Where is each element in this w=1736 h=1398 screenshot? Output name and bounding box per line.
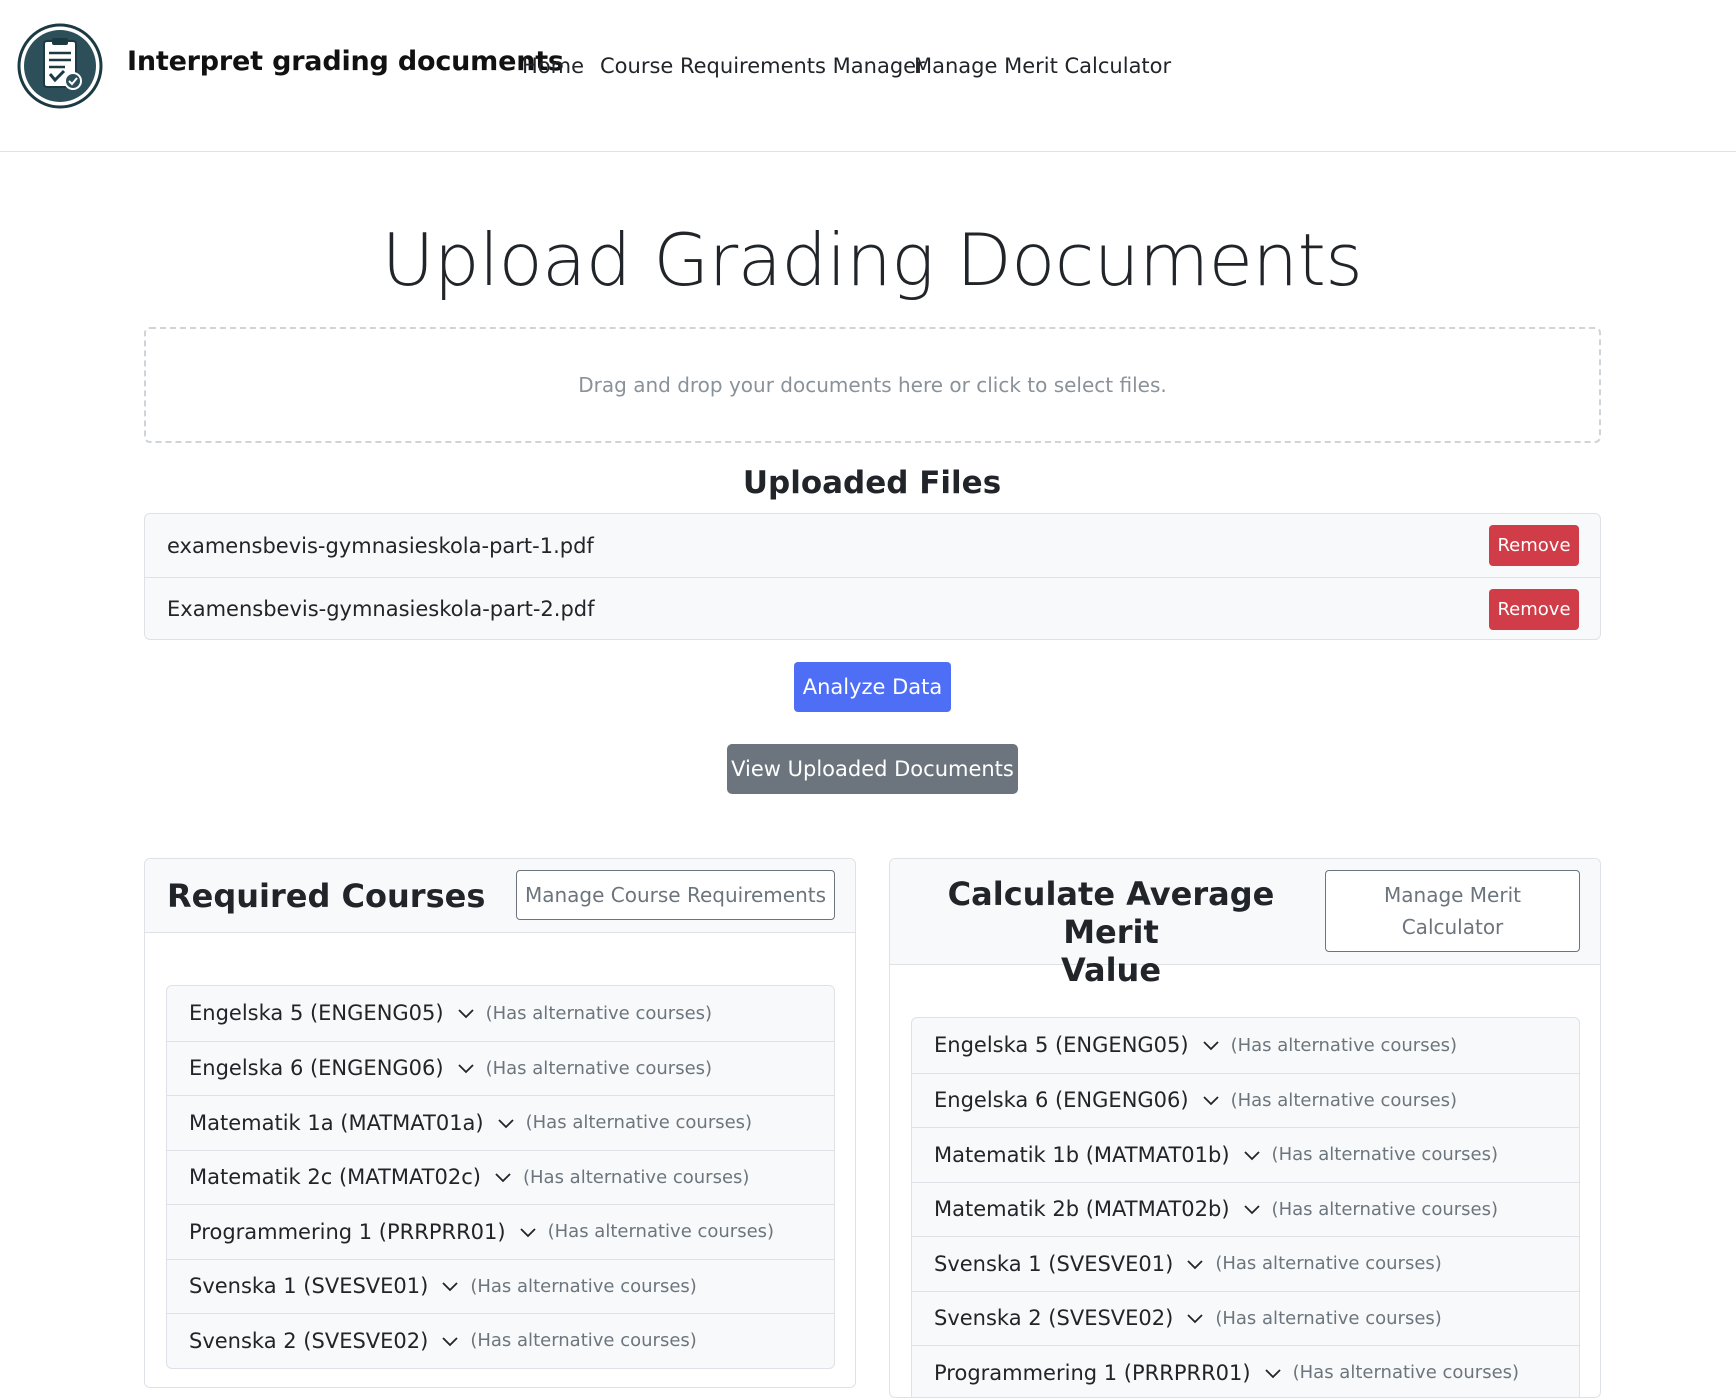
manage-course-requirements-button[interactable]: Manage Course Requirements [516,870,835,920]
course-item-programmering-1[interactable]: Programmering 1 (PRRPRR01) (Has alternat… [912,1345,1579,1397]
file-item: Examensbevis-gymnasieskola-part-2.pdf Re… [145,577,1600,639]
course-name: Matematik 1a (MATMAT01a) [189,1110,484,1135]
file-name: examensbevis-gymnasieskola-part-1.pdf [167,533,594,558]
dropzone-text: Drag and drop your documents here or cli… [578,373,1167,397]
course-name: Matematik 2c (MATMAT02c) [189,1165,481,1190]
course-name: Programmering 1 (PRRPRR01) [934,1360,1251,1385]
course-name: Engelska 5 (ENGENG05) [189,1001,444,1026]
manage-merit-calculator-button[interactable]: Manage Merit Calculator [1325,870,1580,952]
chevron-down-icon[interactable] [457,1007,475,1019]
course-item-matematik-1a[interactable]: Matematik 1a (MATMAT01a) (Has alternativ… [167,1095,834,1150]
course-item-svenska-1[interactable]: Svenska 1 (SVESVE01) (Has alternative co… [167,1258,834,1314]
course-item-programmering-1[interactable]: Programmering 1 (PRRPRR01) (Has alternat… [167,1204,834,1259]
alternative-courses-note: (Has alternative courses) [1230,1089,1458,1111]
course-name: Matematik 2b (MATMAT02b) [934,1197,1230,1222]
chevron-down-icon[interactable] [1243,1149,1261,1161]
remove-file-button[interactable]: Remove [1489,525,1579,566]
alternative-courses-note: (Has alternative courses) [1271,1198,1498,1220]
course-name: Svenska 2 (SVESVE02) [934,1306,1174,1331]
chevron-down-icon[interactable] [457,1062,475,1074]
required-courses-header: Required Courses Manage Course Requireme… [145,859,855,933]
required-courses-title: Required Courses [167,877,486,915]
page-title: Upload Grading Documents [381,218,1363,302]
view-uploaded-documents-button[interactable]: View Uploaded Documents [727,744,1018,794]
merit-calculator-title: Calculate Average Merit Value [947,875,1275,989]
course-name: Matematik 1b (MATMAT01b) [934,1142,1230,1167]
alternative-courses-note: (Has alternative courses) [1215,1253,1442,1275]
nav-link-home[interactable]: Home [522,54,584,78]
alternative-courses-note: (Has alternative courses) [1215,1307,1442,1329]
course-item-svenska-2[interactable]: Svenska 2 (SVESVE02) (Has alternative co… [912,1290,1579,1346]
course-item-svenska-1[interactable]: Svenska 1 (SVESVE01) (Has alternative co… [912,1236,1579,1291]
course-item-engelska-5[interactable]: Engelska 5 (ENGENG05) (Has alternative c… [912,1018,1579,1073]
brand-title[interactable]: Interpret grading documents [127,46,564,77]
nav-link-course-requirements-manager[interactable]: Course Requirements Manager [600,54,925,78]
course-item-engelska-5[interactable]: Engelska 5 (ENGENG05) (Has alternative c… [167,986,834,1041]
course-name: Engelska 6 (ENGENG06) [934,1088,1189,1113]
alternative-courses-note: (Has alternative courses) [1271,1144,1498,1166]
course-item-engelska-6[interactable]: Engelska 6 (ENGENG06) (Has alternative c… [167,1040,834,1096]
file-dropzone[interactable]: Drag and drop your documents here or cli… [144,327,1601,443]
chevron-down-icon[interactable] [519,1226,537,1238]
alternative-courses-note: (Has alternative courses) [470,1330,697,1352]
file-name: Examensbevis-gymnasieskola-part-2.pdf [167,597,595,621]
alternative-courses-note: (Has alternative courses) [485,1002,713,1024]
course-item-svenska-2[interactable]: Svenska 2 (SVESVE02) (Has alternative co… [167,1313,834,1368]
required-courses-list: Engelska 5 (ENGENG05) (Has alternative c… [166,985,835,1369]
merit-calculator-header: Calculate Average Merit Value Manage Mer… [890,859,1600,989]
alternative-courses-note: (Has alternative courses) [1292,1362,1520,1384]
course-item-matematik-2c[interactable]: Matematik 2c (MATMAT02c) (Has alternativ… [167,1149,834,1205]
merit-calculator-card: Calculate Average Merit Value Manage Mer… [889,858,1601,1398]
chevron-down-icon[interactable] [1202,1094,1220,1106]
alternative-courses-note: (Has alternative courses) [547,1221,775,1243]
chevron-down-icon[interactable] [1202,1039,1220,1051]
uploaded-files-heading: Uploaded Files [742,465,1002,501]
course-name: Svenska 1 (SVESVE01) [189,1274,429,1299]
file-item: examensbevis-gymnasieskola-part-1.pdf Re… [145,514,1600,577]
course-item-matematik-2b[interactable]: Matematik 2b (MATMAT02b) (Has alternativ… [912,1181,1579,1237]
alternative-courses-note: (Has alternative courses) [525,1112,753,1134]
logo-document-check-icon[interactable] [0,0,120,132]
chevron-down-icon[interactable] [1243,1203,1261,1215]
nav-link-manage-merit-calculator[interactable]: Manage Merit Calculator [914,54,1171,78]
course-name: Svenska 1 (SVESVE01) [934,1251,1174,1276]
alternative-courses-note: (Has alternative courses) [1230,1034,1458,1056]
course-name: Programmering 1 (PRRPRR01) [189,1219,506,1244]
chevron-down-icon[interactable] [494,1171,512,1183]
chevron-down-icon[interactable] [1264,1367,1282,1379]
chevron-down-icon[interactable] [497,1117,515,1129]
remove-file-button[interactable]: Remove [1489,588,1579,630]
chevron-down-icon[interactable] [441,1335,459,1347]
merit-courses-list: Engelska 5 (ENGENG05) (Has alternative c… [911,1017,1580,1397]
course-item-engelska-6[interactable]: Engelska 6 (ENGENG06) (Has alternative c… [912,1072,1579,1128]
course-name: Engelska 6 (ENGENG06) [189,1056,444,1081]
course-name: Svenska 2 (SVESVE02) [189,1328,429,1353]
analyze-data-button[interactable]: Analyze Data [794,662,951,712]
chevron-down-icon[interactable] [1186,1312,1204,1324]
required-courses-card: Required Courses Manage Course Requireme… [144,858,856,1388]
alternative-courses-note: (Has alternative courses) [485,1057,713,1079]
chevron-down-icon[interactable] [441,1280,459,1292]
course-name: Engelska 5 (ENGENG05) [934,1033,1189,1058]
chevron-down-icon[interactable] [1186,1258,1204,1270]
alternative-courses-note: (Has alternative courses) [522,1166,750,1188]
uploaded-files-list: examensbevis-gymnasieskola-part-1.pdf Re… [144,513,1601,640]
alternative-courses-note: (Has alternative courses) [470,1275,697,1297]
navbar: Interpret grading documents Home Course … [0,0,1736,152]
course-item-matematik-1b[interactable]: Matematik 1b (MATMAT01b) (Has alternativ… [912,1127,1579,1182]
